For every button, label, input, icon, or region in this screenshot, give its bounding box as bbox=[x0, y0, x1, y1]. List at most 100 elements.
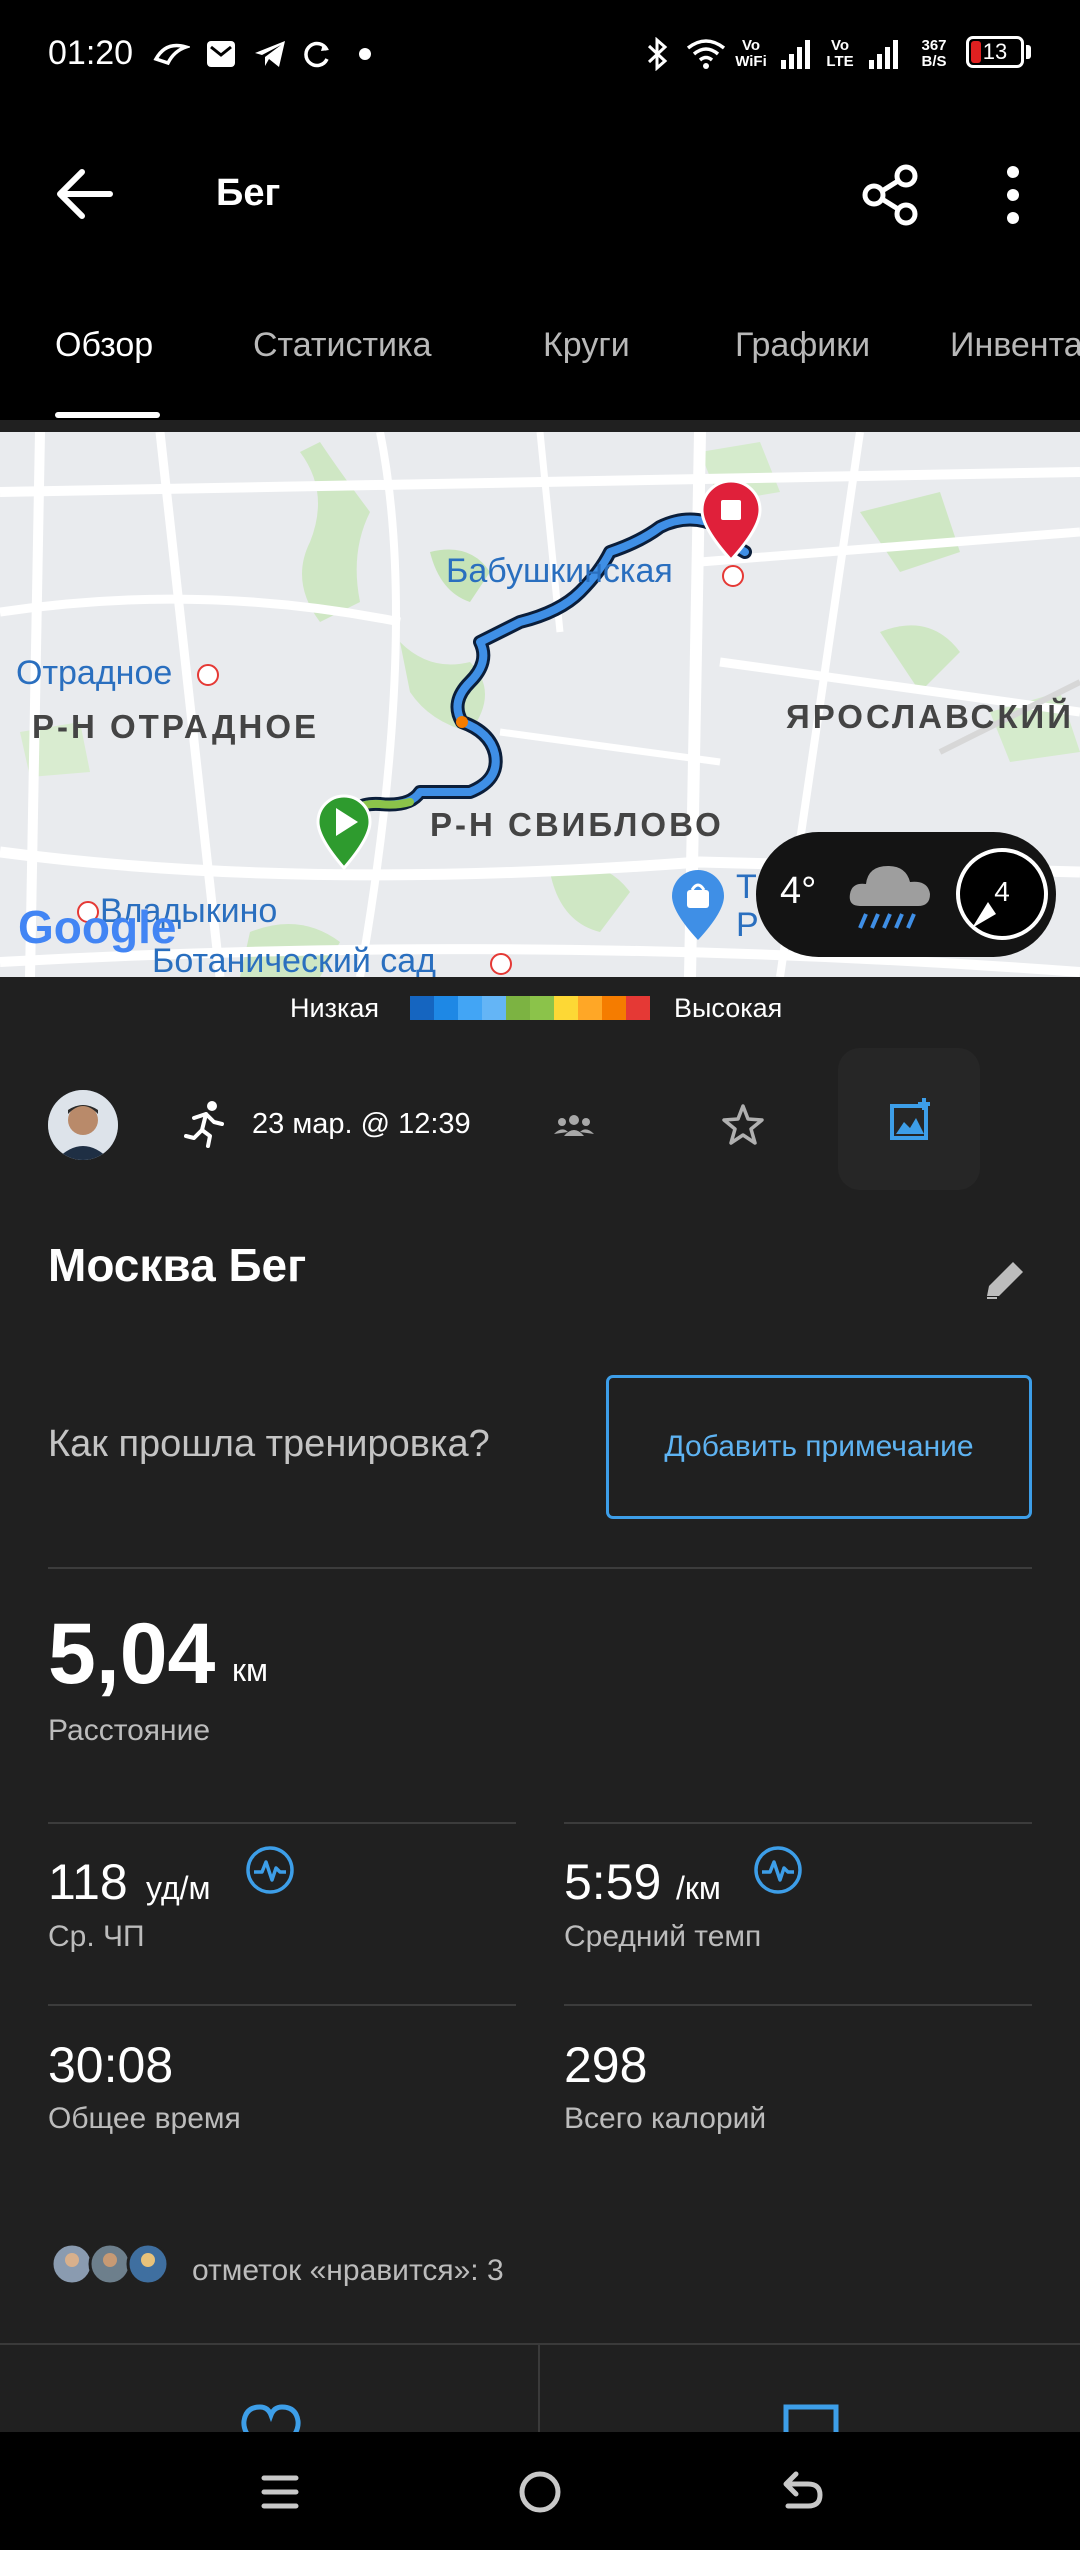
tab-statistics[interactable]: Статистика bbox=[253, 326, 432, 365]
battery-icon: 13 bbox=[966, 36, 1024, 68]
back-nav-icon[interactable] bbox=[770, 2462, 830, 2522]
legend-segment bbox=[578, 996, 602, 1020]
weather-badge[interactable]: 4° 4 bbox=[756, 832, 1056, 957]
total-time-value: 30:08 bbox=[48, 2037, 174, 2093]
legend-segment bbox=[434, 996, 458, 1020]
status-time: 01:20 bbox=[48, 34, 134, 72]
google-logo: Google bbox=[18, 901, 177, 953]
avg-pace-label: Средний темп bbox=[564, 1920, 762, 1953]
dot-icon bbox=[352, 30, 378, 78]
page-title: Бег bbox=[216, 172, 281, 214]
avg-pace-unit: /км bbox=[676, 1870, 721, 1906]
distance-value: 5,04 bbox=[48, 1606, 216, 1702]
star-icon[interactable] bbox=[718, 1100, 768, 1150]
weather-temp: 4° bbox=[780, 870, 817, 912]
wind-speed: 4 bbox=[994, 876, 1010, 907]
home-icon[interactable] bbox=[510, 2462, 570, 2522]
battery-tip bbox=[1026, 45, 1031, 59]
legend-segment bbox=[458, 996, 482, 1020]
likes-count[interactable]: отметок «нравится»: 3 bbox=[192, 2254, 504, 2288]
telegram-icon bbox=[250, 30, 290, 78]
map-label-rn-sviblovo: Р-Н СВИБЛОВО bbox=[430, 806, 724, 843]
notification-app-icon bbox=[150, 30, 192, 78]
group-icon[interactable] bbox=[552, 1104, 596, 1148]
legend-segment bbox=[506, 996, 530, 1020]
legend-segment bbox=[554, 996, 578, 1020]
bottom-actions bbox=[0, 2343, 1080, 2433]
vowifi-label: Vo WiFi bbox=[735, 37, 767, 70]
wifi-icon bbox=[684, 30, 728, 78]
legend-segment bbox=[482, 996, 506, 1020]
map-label-otradnoe: Отрадное bbox=[16, 654, 173, 692]
avg-pace-value: 5:59 bbox=[564, 1854, 662, 1910]
heart-rate-info-icon[interactable] bbox=[244, 1844, 296, 1896]
map-label-rn-otradnoe: Р-Н ОТРАДНОЕ bbox=[32, 708, 320, 745]
map-label-partial-t: Т bbox=[736, 868, 757, 906]
share-icon[interactable] bbox=[846, 150, 936, 240]
heatmap-legend: Низкая Высокая bbox=[0, 977, 1080, 1039]
activity-date: 23 мар. @ 12:39 bbox=[252, 1108, 471, 1140]
likes-avatars[interactable] bbox=[48, 2240, 170, 2300]
divider bbox=[48, 2004, 516, 2006]
legend-color-bar bbox=[410, 996, 650, 1020]
legend-high-label: Высокая bbox=[674, 993, 783, 1023]
legend-segment bbox=[410, 996, 434, 1020]
volte-label: Vo LTE bbox=[826, 37, 854, 70]
distance-label: Расстояние bbox=[48, 1714, 211, 1747]
tab-gear[interactable]: Инвентарь bbox=[950, 326, 1080, 365]
divider bbox=[538, 2343, 540, 2433]
edit-pencil-icon[interactable] bbox=[975, 1250, 1035, 1310]
rain-cloud-icon bbox=[842, 846, 942, 946]
legend-low-label: Низкая bbox=[290, 993, 380, 1023]
system-nav-bar bbox=[0, 2432, 1080, 2550]
activity-name: Москва Бег bbox=[48, 1239, 307, 1291]
workout-feedback-prompt: Как прошла тренировка? bbox=[48, 1423, 490, 1465]
pace-info-icon[interactable] bbox=[752, 1844, 804, 1896]
finish-marker-icon[interactable] bbox=[696, 476, 766, 563]
shop-pin-icon[interactable] bbox=[668, 866, 728, 942]
activity-meta-row: 23 мар. @ 12:39 bbox=[0, 1048, 1080, 1198]
tab-laps[interactable]: Круги bbox=[543, 326, 630, 365]
more-vert-icon[interactable] bbox=[968, 150, 1058, 240]
divider bbox=[564, 1822, 1032, 1824]
add-note-button[interactable]: Добавить примечание bbox=[606, 1375, 1032, 1519]
avatar[interactable] bbox=[48, 1090, 118, 1160]
tab-indicator bbox=[55, 412, 160, 418]
sync-icon bbox=[298, 30, 336, 78]
divider bbox=[564, 2004, 1032, 2006]
divider bbox=[48, 1567, 1032, 1569]
calories-label: Всего калорий bbox=[564, 2102, 767, 2135]
signal-icon bbox=[776, 30, 816, 78]
legend-segment bbox=[602, 996, 626, 1020]
comment-icon[interactable] bbox=[776, 2403, 846, 2433]
map-label-babushkinskaya: Бабушкинская bbox=[446, 552, 673, 590]
avg-hr-unit: уд/м bbox=[146, 1870, 211, 1906]
bluetooth-icon bbox=[640, 30, 674, 78]
calories-value: 298 bbox=[564, 2037, 648, 2093]
start-marker-icon[interactable] bbox=[312, 790, 376, 871]
wind-compass-icon: 4 bbox=[952, 844, 1052, 944]
divider bbox=[0, 2343, 1080, 2345]
legend-segment bbox=[530, 996, 554, 1020]
mail-icon bbox=[202, 30, 240, 78]
tab-overview[interactable]: Обзор bbox=[55, 326, 153, 365]
like-heart-icon[interactable] bbox=[236, 2403, 306, 2433]
add-photo-icon bbox=[890, 1098, 930, 1140]
map-label-partial-r: Р bbox=[736, 906, 759, 944]
back-arrow-icon[interactable] bbox=[40, 150, 130, 240]
total-time-label: Общее время bbox=[48, 2102, 241, 2135]
running-icon bbox=[180, 1098, 232, 1150]
menu-icon[interactable] bbox=[250, 2462, 310, 2522]
net-speed-label: 367 B/S bbox=[921, 37, 947, 70]
avg-hr-label: Ср. ЧП bbox=[48, 1920, 145, 1953]
tab-charts[interactable]: Графики bbox=[735, 326, 870, 365]
map-label-yaroslavsky: ЯРОСЛАВСКИЙ bbox=[786, 698, 1074, 735]
add-photo-button[interactable] bbox=[838, 1048, 980, 1190]
signal-icon bbox=[864, 30, 904, 78]
divider bbox=[48, 1822, 516, 1824]
avg-hr-value: 118 bbox=[48, 1854, 128, 1910]
map-label-botanical-garden: Ботанический сад bbox=[152, 942, 437, 977]
legend-segment bbox=[626, 996, 650, 1020]
battery-percent: 13 bbox=[982, 39, 1008, 64]
distance-unit: км bbox=[232, 1652, 268, 1688]
